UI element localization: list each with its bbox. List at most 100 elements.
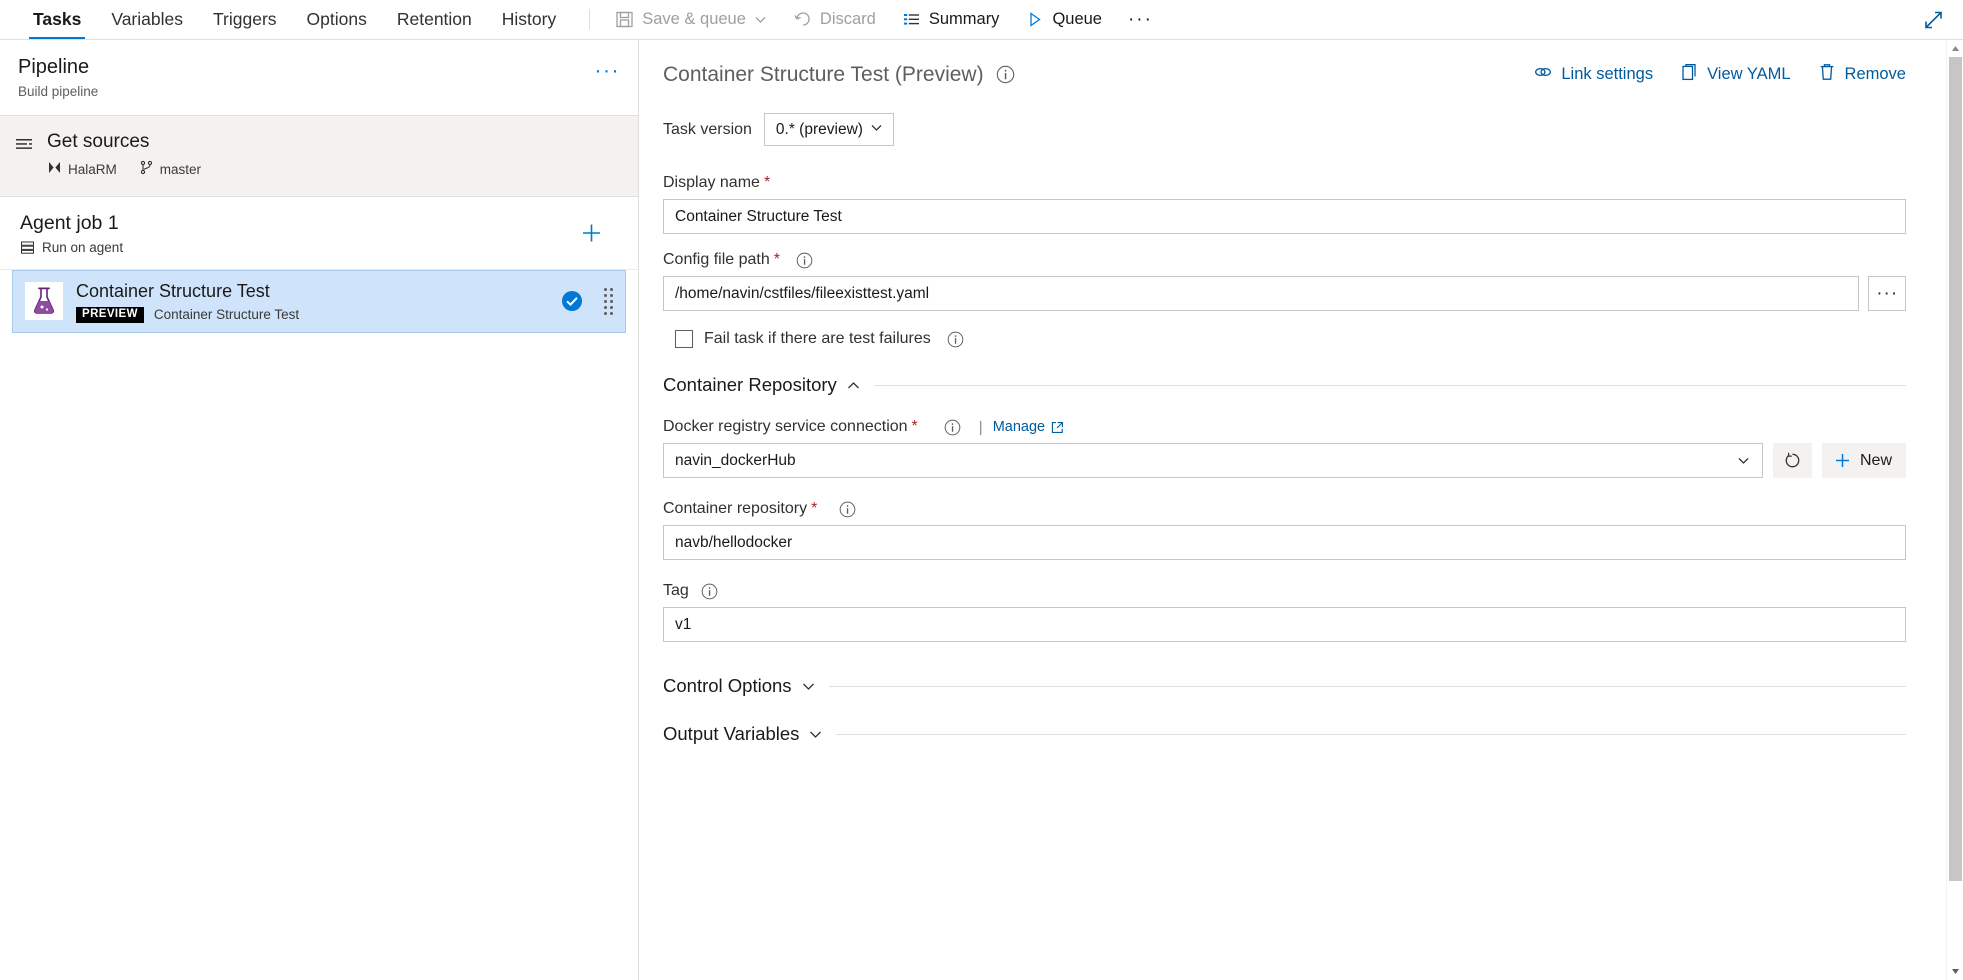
link-settings-button[interactable]: Link settings [1533,62,1653,87]
toolbar-overflow-button[interactable]: ··· [1117,4,1164,36]
chevron-down-icon [807,726,824,743]
docker-connection-select[interactable]: navin_dockerHub [663,443,1763,478]
task-version-label: Task version [663,120,752,138]
container-repository-required-mark: * [811,500,818,517]
play-triangle-icon [1025,10,1044,29]
fail-task-checkbox-label[interactable]: Fail task if there are test failures [704,330,931,348]
task-drag-handle[interactable] [604,287,613,315]
docker-connection-label-row: Docker registry service connection * | M… [663,418,1906,436]
chevron-up-icon [845,377,862,394]
tab-retention[interactable]: Retention [382,0,487,39]
tab-triggers-label: Triggers [213,9,277,29]
scroll-up-button[interactable] [1947,40,1963,57]
plus-icon [1833,451,1852,470]
save-and-queue-button[interactable]: Save & queue [604,5,778,34]
discard-button[interactable]: Discard [782,5,887,34]
display-name-field-group: Display name * [663,174,1906,234]
tab-triggers[interactable]: Triggers [198,0,292,39]
remove-task-label: Remove [1844,65,1906,83]
view-yaml-button[interactable]: View YAML [1679,62,1791,87]
external-link-icon [1051,421,1064,434]
tab-tasks-label: Tasks [33,9,82,29]
chevron-down-icon[interactable] [754,13,767,26]
container-repository-field-group: Container repository * [663,500,1906,560]
remove-task-button[interactable]: Remove [1817,62,1906,87]
save-and-queue-label: Save & queue [642,10,746,28]
pipeline-more-button[interactable]: ··· [595,60,620,81]
output-variables-section-header[interactable]: Output Variables [663,723,1906,745]
manage-connections-link[interactable]: Manage [993,419,1064,435]
scroll-down-button[interactable] [1947,963,1963,980]
label-separator: | [978,418,983,436]
add-task-button[interactable] [579,220,604,245]
summary-list-icon [902,10,921,29]
config-file-path-browse-button[interactable]: ··· [1868,276,1906,311]
control-options-section-header[interactable]: Control Options [663,675,1906,697]
scrollbar-thumb[interactable] [1948,57,1962,881]
config-file-path-field-group: Config file path * ··· [663,251,1906,311]
task-title-info-icon[interactable] [996,65,1015,84]
docker-connection-field-group: Docker registry service connection * | M… [663,418,1906,478]
get-sources-title: Get sources [47,131,150,152]
tag-input[interactable] [663,607,1906,642]
refresh-connections-button[interactable] [1772,443,1812,478]
display-name-required-mark: * [763,174,771,191]
container-repository-input[interactable] [663,525,1906,560]
repository-info: HalaRM [47,160,117,180]
new-connection-button[interactable]: New [1821,443,1906,478]
summary-button[interactable]: Summary [891,5,1011,34]
pipeline-header[interactable]: Pipeline Build pipeline ··· [0,40,638,116]
tag-info-icon[interactable] [701,583,718,600]
display-name-input[interactable] [663,199,1906,234]
task-enabled-check-icon[interactable] [561,290,583,312]
tab-variables[interactable]: Variables [96,0,198,39]
fail-task-checkbox[interactable] [675,330,693,348]
agent-job-header[interactable]: Agent job 1 Run on agent [0,197,638,271]
repository-name: HalaRM [68,162,117,178]
container-repository-section-header[interactable]: Container Repository [663,374,1906,396]
config-file-path-input[interactable] [663,276,1860,311]
chevron-down-icon [869,120,884,140]
link-chain-icon [1533,62,1553,87]
config-file-path-info-icon[interactable] [796,252,813,269]
tab-tasks[interactable]: Tasks [18,0,96,39]
tab-options-label: Options [306,9,367,29]
docker-connection-info-icon[interactable] [944,419,961,436]
container-repository-info-icon[interactable] [839,501,856,518]
queue-button[interactable]: Queue [1014,5,1113,34]
task-list-item-name: Container Structure Test [76,281,270,302]
container-structure-test-icon [25,282,63,321]
discard-label: Discard [819,10,876,28]
branch-info: master [139,160,201,180]
tab-history-label: History [501,9,557,29]
task-list-item-texts: Container Structure Test PREVIEW Contain… [76,280,548,323]
tab-options[interactable]: Options [292,0,382,39]
pipeline-subtitle: Build pipeline [18,84,99,99]
agent-job-title: Agent job 1 [20,211,119,234]
task-version-select[interactable]: 0.* (preview) [763,113,894,146]
panel-scrollbar[interactable] [1946,40,1963,980]
trash-icon [1817,62,1837,87]
task-details-title: Container Structure Test (Preview) [663,62,984,86]
new-connection-label: New [1859,451,1892,469]
get-sources-item[interactable]: Get sources HalaRM master [0,116,638,197]
display-name-label: Display name [663,174,760,191]
fail-task-info-icon[interactable] [947,331,964,348]
tab-history[interactable]: History [487,0,571,39]
tab-variables-label: Variables [111,9,183,29]
expand-icon[interactable] [1922,8,1945,31]
section-divider [873,384,1906,386]
scrollbar-track[interactable] [1946,57,1963,963]
queue-label: Queue [1052,10,1102,28]
output-variables-title: Output Variables [663,723,800,744]
link-settings-label: Link settings [1561,65,1654,83]
task-details-panel: Container Structure Test (Preview) Link … [639,40,1963,980]
clipboard-icon [1679,62,1699,87]
task-list-item-container-structure-test[interactable]: Container Structure Test PREVIEW Contain… [12,270,626,333]
config-file-path-input-row: ··· [663,276,1906,311]
config-file-path-label-row: Config file path * [663,251,1906,269]
section-divider [836,733,1906,735]
agent-job-subtitle: Run on agent [20,240,620,255]
branch-name: master [159,162,202,178]
task-header-actions: Link settings View YAML Remove [1533,62,1906,87]
